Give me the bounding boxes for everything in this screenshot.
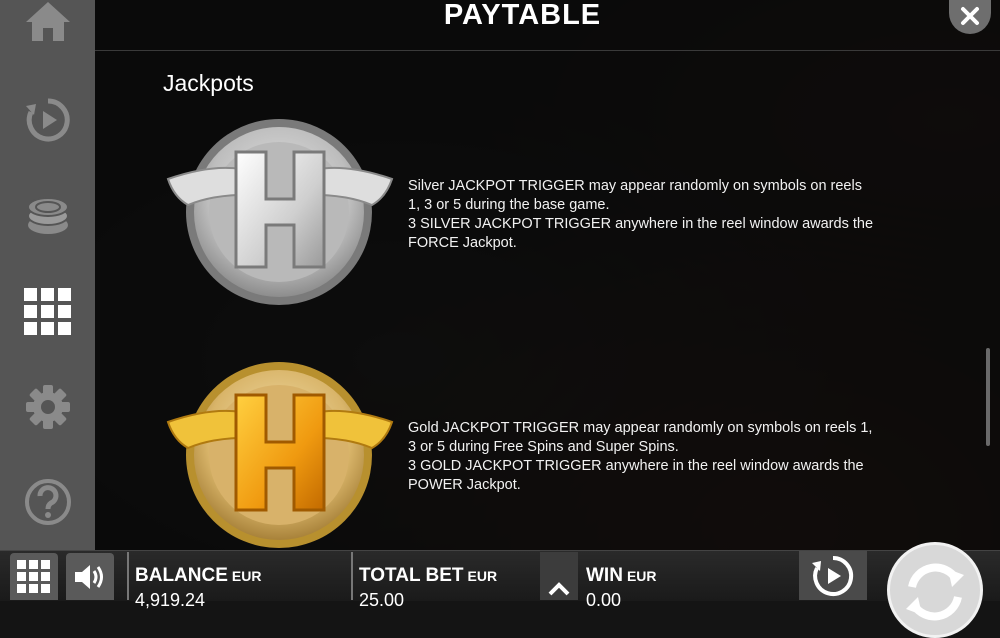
balance-label: BALANCE EUR (135, 565, 262, 586)
gold-description-line: 3 GOLD JACKPOT TRIGGER anywhere in the r… (408, 458, 864, 493)
section-title: Jackpots (163, 70, 254, 96)
sidebar-item-help[interactable] (0, 472, 95, 532)
win-value: 0.00 (586, 590, 622, 610)
sidebar-item-paytable[interactable] (0, 282, 95, 342)
sidebar-item-home[interactable] (0, 0, 95, 52)
chevron-up-icon (548, 582, 570, 596)
coins-icon (26, 197, 69, 234)
sidebar-item-settings[interactable] (0, 377, 95, 437)
spin-icon (906, 563, 964, 621)
speaker-icon (75, 564, 103, 589)
home-icon (25, 2, 70, 41)
silver-description-line: 3 SILVER JACKPOT TRIGGER anywhere in the… (408, 216, 874, 251)
sound-button[interactable] (66, 553, 114, 600)
page-title: PAYTABLE (443, 0, 602, 31)
balance-value: 4,919.24 (135, 590, 206, 610)
silver-jackpot-description: Silver JACKPOT TRIGGER may appear random… (408, 177, 878, 253)
balance-display: BALANCE EUR 4,919.24 (129, 552, 349, 610)
gold-h-jackpot-icon (166, 362, 394, 548)
autoplay-button[interactable] (799, 551, 867, 600)
gold-description-line: Gold JACKPOT TRIGGER may appear randomly… (408, 420, 873, 455)
total-bet-value: 25.00 (359, 590, 405, 610)
sidebar-item-coins[interactable] (0, 186, 95, 246)
close-icon (961, 7, 979, 25)
paytable-header: PAYTABLE (95, 0, 1000, 51)
menu-button[interactable] (10, 553, 58, 600)
grid-menu-icon (17, 559, 50, 593)
sidebar-item-replay[interactable] (0, 90, 95, 150)
silver-description-line: Silver JACKPOT TRIGGER may appear random… (408, 178, 862, 213)
sidebar (0, 0, 95, 550)
gold-jackpot-description: Gold JACKPOT TRIGGER may appear randomly… (408, 419, 878, 495)
bet-expand-button[interactable] (540, 552, 578, 600)
silver-h-jackpot-icon (166, 119, 394, 305)
win-display: WIN EUR 0.00 (580, 552, 795, 610)
grid-menu-icon (23, 288, 71, 335)
spin-button[interactable] (887, 542, 983, 638)
help-icon (24, 479, 71, 525)
win-label: WIN EUR (586, 565, 657, 586)
gear-icon (25, 385, 70, 429)
total-bet-label: TOTAL BET EUR (359, 565, 498, 586)
total-bet-display[interactable]: TOTAL BET EUR 25.00 (353, 552, 538, 610)
autoplay-icon (812, 555, 854, 596)
replay-icon (25, 98, 70, 142)
scrollbar[interactable] (986, 348, 990, 446)
